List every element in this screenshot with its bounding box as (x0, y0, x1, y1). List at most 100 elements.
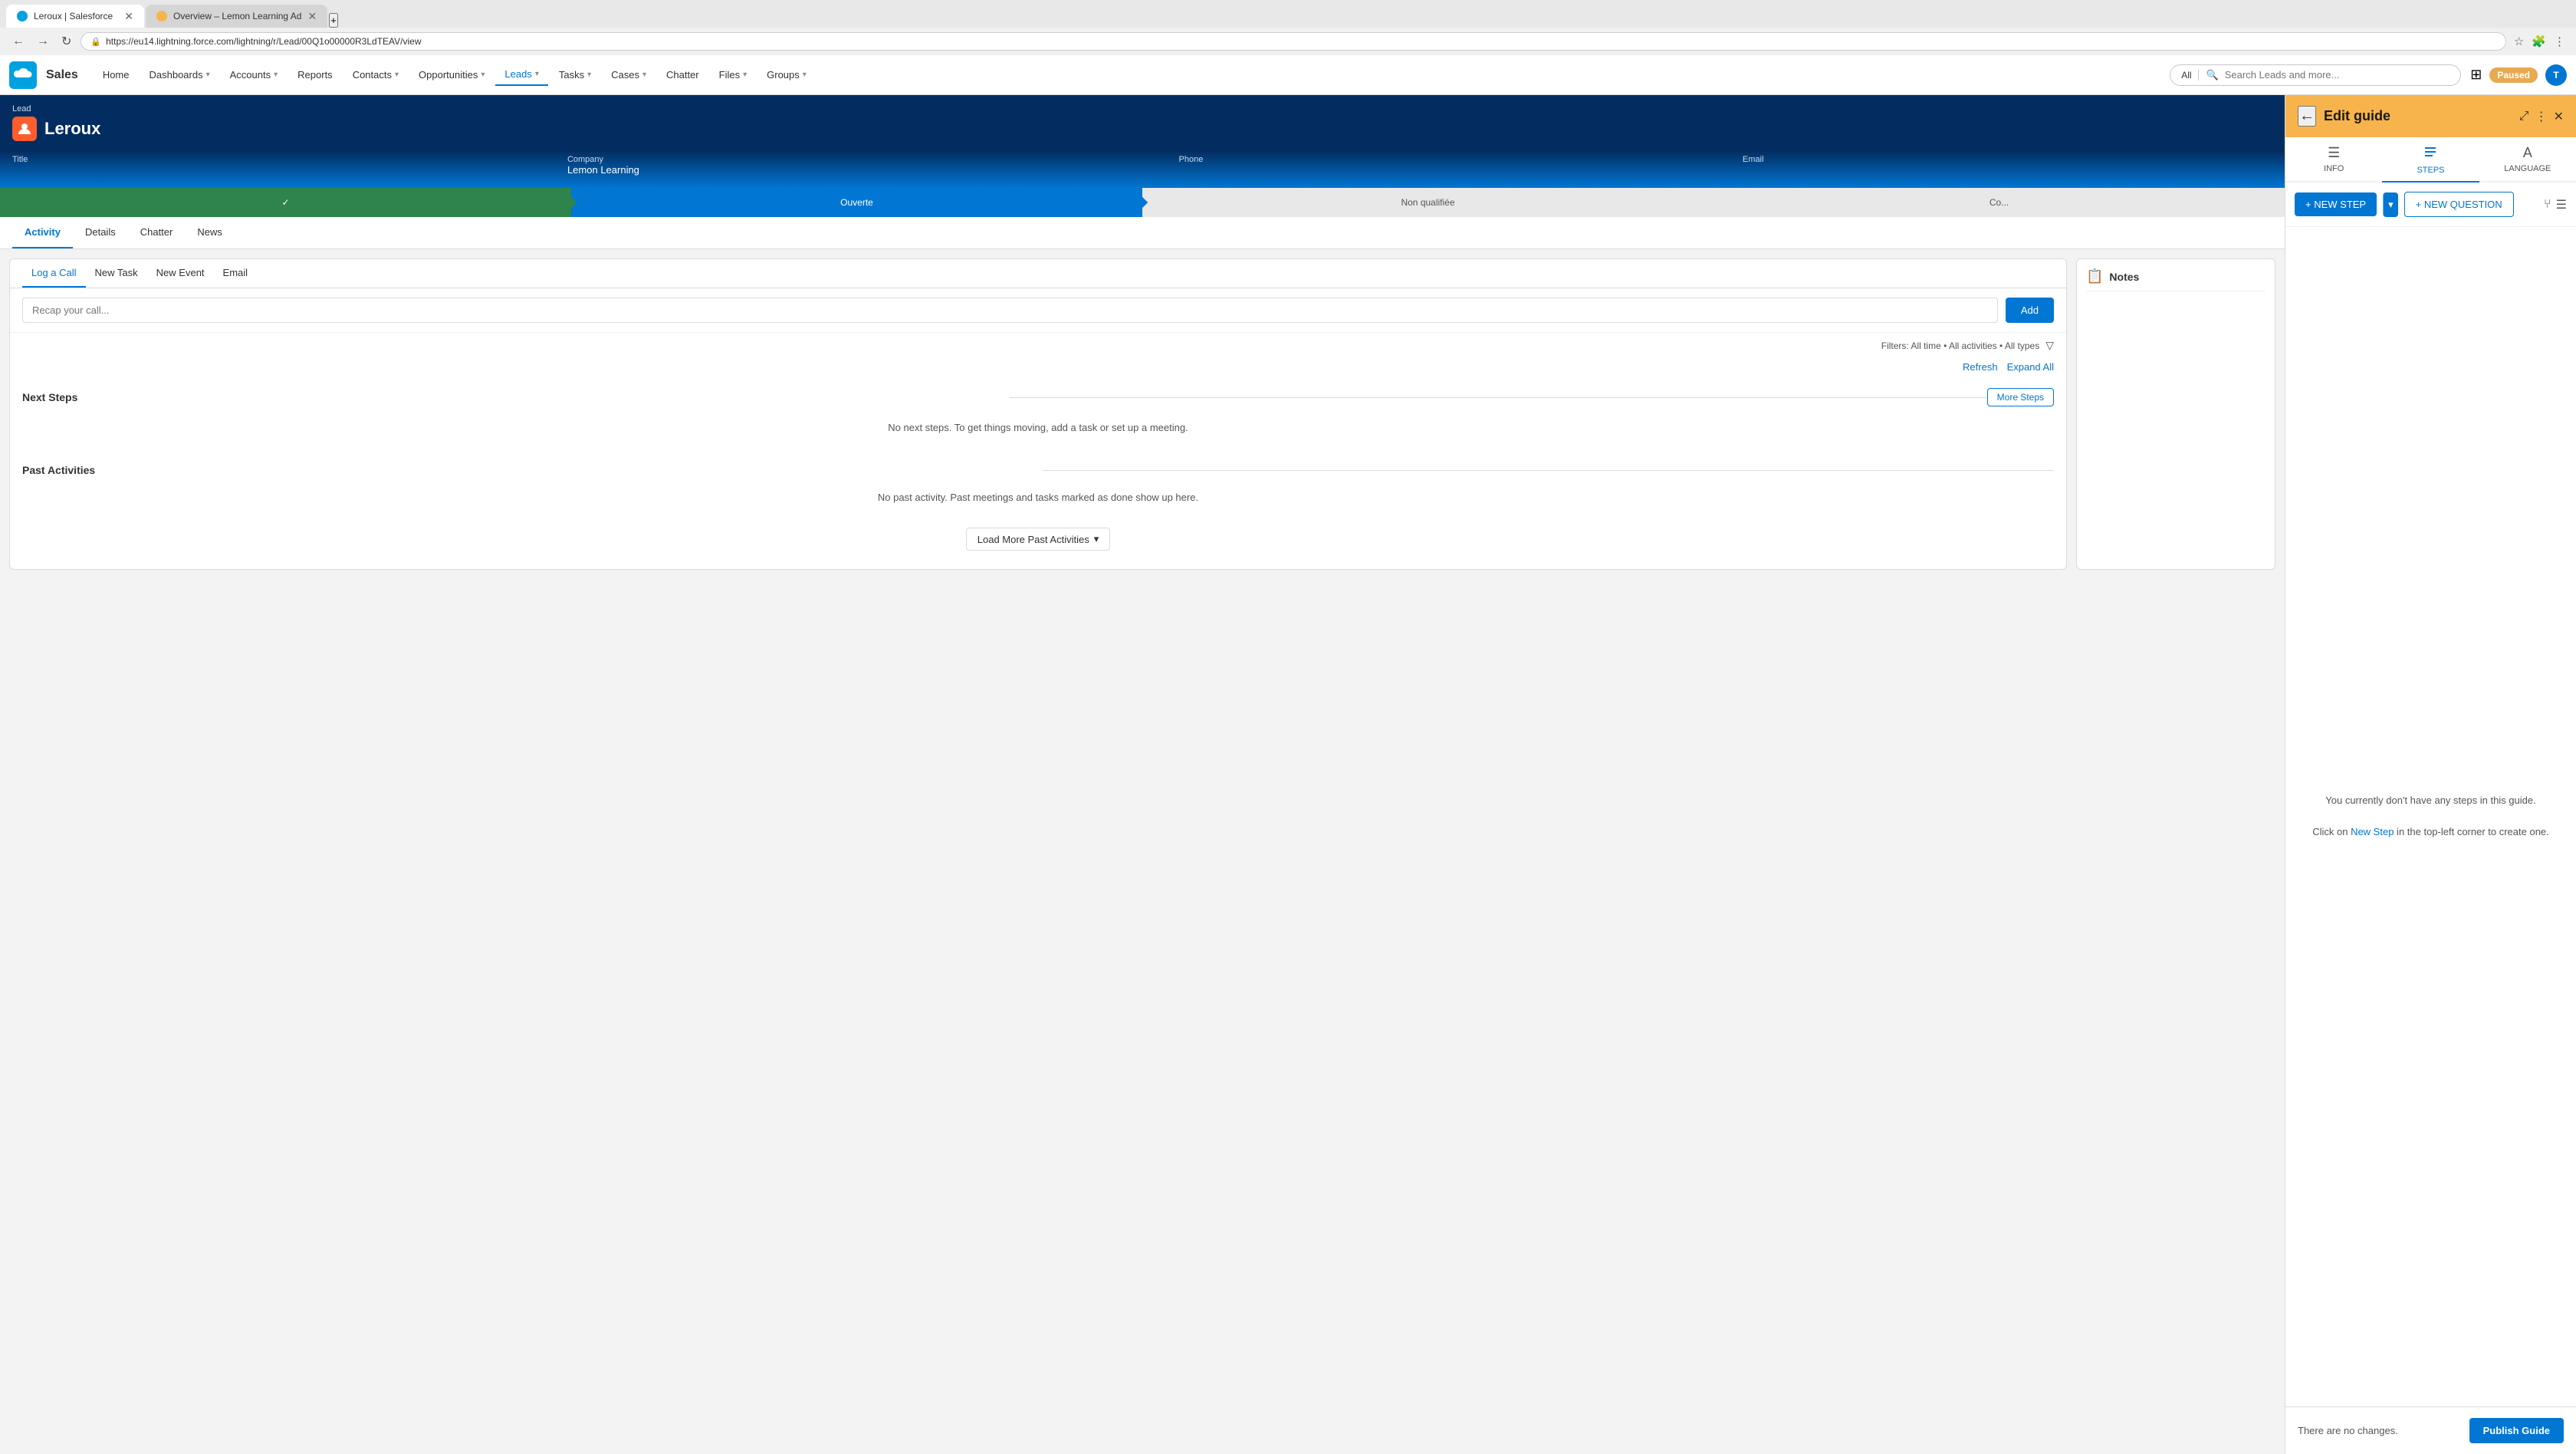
expand-all-link[interactable]: Expand All (2007, 361, 2054, 373)
nav-tasks[interactable]: Tasks ▾ (550, 64, 600, 85)
refresh-link[interactable]: Refresh (1963, 361, 1998, 373)
new-step-dropdown[interactable]: ▾ (2383, 192, 2398, 217)
hierarchy-icon[interactable]: ⑂ (2544, 197, 2551, 212)
filter-icon[interactable]: ▽ (2045, 339, 2054, 352)
user-avatar[interactable]: T (2545, 64, 2567, 86)
new-question-button[interactable]: + NEW QUESTION (2404, 192, 2514, 217)
search-bar[interactable]: All 🔍 (2170, 64, 2461, 86)
nav-dashboards[interactable]: Dashboards ▾ (140, 64, 219, 85)
grid-icon[interactable]: ⊞ (2470, 67, 2482, 83)
list-icon[interactable]: ☰ (2556, 197, 2567, 212)
lead-title-field: Title (12, 155, 537, 176)
lead-name: Leroux (44, 119, 100, 139)
language-tab-icon: A (2523, 145, 2532, 161)
nav-leads[interactable]: Leads ▾ (495, 64, 547, 86)
more-btn[interactable]: ⋮ (2552, 33, 2567, 50)
tab-activity[interactable]: Activity (12, 217, 73, 248)
next-steps-empty: No next steps. To get things moving, add… (10, 410, 2066, 446)
active-tab[interactable]: Leroux | Salesforce ✕ (6, 5, 144, 28)
close-tab-1[interactable]: ✕ (124, 10, 133, 23)
load-more-button[interactable]: Load More Past Activities ▾ (966, 528, 1111, 551)
back-button[interactable]: ← (2298, 106, 2316, 127)
add-button[interactable]: Add (2006, 298, 2054, 323)
activity-panel: Log a Call New Task New Event Email Add … (9, 258, 2067, 570)
inactive-tab-label: Overview – Lemon Learning Ad (173, 11, 301, 21)
paused-badge: Paused (2489, 67, 2538, 83)
guide-tab-steps[interactable]: STEPS (2382, 137, 2479, 183)
email-label: Email (1743, 155, 2272, 164)
status-ouverte[interactable]: Ouverte (571, 188, 1142, 217)
past-activities-empty: No past activity. Past meetings and task… (10, 479, 2066, 515)
close-icon[interactable]: ✕ (2554, 109, 2564, 124)
recap-input[interactable] (22, 298, 1998, 323)
status-co[interactable]: Co... (1714, 188, 2285, 217)
subtab-new-event[interactable]: New Event (147, 259, 214, 288)
lead-phone-field: Phone (1179, 155, 1712, 176)
refresh-button[interactable]: ↻ (58, 32, 74, 51)
browser-actions: ☆ 🧩 ⋮ (2512, 33, 2567, 50)
company-value: Lemon Learning (567, 164, 639, 176)
notes-panel: 📋 Notes (2076, 258, 2275, 570)
lead-email-field: Email (1743, 155, 2272, 176)
browser-chrome: Leroux | Salesforce ✕ Overview – Lemon L… (0, 0, 2576, 55)
expand-icon[interactable]: ⤢ (2519, 110, 2529, 123)
inactive-tab[interactable]: Overview – Lemon Learning Ad ✕ (146, 5, 327, 28)
address-bar[interactable]: 🔒 https://eu14.lightning.force.com/light… (80, 32, 2505, 51)
more-options-icon[interactable]: ⋮ (2535, 109, 2548, 124)
title-label: Title (12, 155, 537, 164)
phone-label: Phone (1179, 155, 1712, 164)
next-steps-header: Next Steps More Steps (10, 379, 2066, 410)
nav-files[interactable]: Files ▾ (710, 64, 756, 85)
tab-details[interactable]: Details (73, 217, 128, 248)
close-tab-2[interactable]: ✕ (307, 10, 317, 23)
main-nav: Home Dashboards ▾ Accounts ▾ Reports Con… (94, 64, 2160, 86)
tab-news[interactable]: News (185, 217, 235, 248)
nav-contacts[interactable]: Contacts ▾ (343, 64, 408, 85)
browser-tabs: Leroux | Salesforce ✕ Overview – Lemon L… (0, 0, 2576, 28)
subtab-new-task[interactable]: New Task (86, 259, 147, 288)
nav-cases[interactable]: Cases ▾ (602, 64, 656, 85)
extensions-btn[interactable]: 🧩 (2530, 33, 2548, 50)
activity-sub-tabs: Log a Call New Task New Event Email (10, 259, 2066, 288)
steps-tab-icon (2423, 145, 2437, 163)
guide-tab-language[interactable]: A LANGUAGE (2479, 137, 2576, 181)
publish-guide-button[interactable]: Publish Guide (2469, 1418, 2564, 1443)
new-tab-button[interactable]: + (329, 13, 338, 28)
nav-accounts[interactable]: Accounts ▾ (221, 64, 288, 85)
status-bar: ✓ Ouverte Non qualifiée Co... (0, 188, 2285, 217)
nav-reports[interactable]: Reports (288, 64, 342, 85)
active-tab-label: Leroux | Salesforce (34, 11, 113, 21)
forward-button[interactable]: → (34, 33, 52, 50)
subtab-log-call[interactable]: Log a Call (22, 259, 86, 288)
guide-actions-row: + NEW STEP ▾ + NEW QUESTION ⑂ ☰ (2285, 183, 2576, 227)
nav-chatter[interactable]: Chatter (657, 64, 708, 85)
guide-side-actions: ⑂ ☰ (2544, 197, 2567, 212)
lock-icon: 🔒 (90, 37, 101, 47)
new-step-button[interactable]: + NEW STEP (2295, 192, 2377, 216)
load-more-label: Load More Past Activities (978, 534, 1089, 545)
back-button[interactable]: ← (9, 33, 28, 50)
info-tab-label: INFO (2324, 164, 2344, 173)
status-done[interactable]: ✓ (0, 188, 571, 217)
more-steps-button[interactable]: More Steps (1987, 388, 2054, 406)
bookmark-btn[interactable]: ☆ (2512, 33, 2525, 50)
empty-state-text: You currently don't have any steps in th… (2325, 793, 2535, 809)
salesforce-logo[interactable] (9, 61, 37, 89)
sf-content: Lead Leroux Title Company Lemon Learning (0, 95, 2285, 1454)
nav-groups[interactable]: Groups ▾ (757, 64, 816, 85)
lead-header: Lead Leroux Title Company Lemon Learning (0, 95, 2285, 188)
actions-row: Refresh Expand All (10, 358, 2066, 379)
nav-home[interactable]: Home (94, 64, 139, 85)
steps-tab-label: STEPS (2417, 166, 2444, 175)
lemon-favicon (156, 11, 167, 21)
tab-area: Activity Details Chatter News (0, 217, 2285, 249)
past-activities-header: Past Activities (10, 455, 2066, 479)
guide-tab-info[interactable]: ☰ INFO (2285, 137, 2382, 181)
status-non-qualifiee[interactable]: Non qualifiée (1142, 188, 1714, 217)
content-area: Lead Leroux Title Company Lemon Learning (0, 95, 2576, 1454)
nav-opportunities[interactable]: Opportunities ▾ (409, 64, 494, 85)
search-input[interactable] (2225, 69, 2450, 81)
tab-chatter[interactable]: Chatter (128, 217, 186, 248)
search-scope[interactable]: All (2181, 70, 2198, 81)
subtab-email[interactable]: Email (214, 259, 258, 288)
